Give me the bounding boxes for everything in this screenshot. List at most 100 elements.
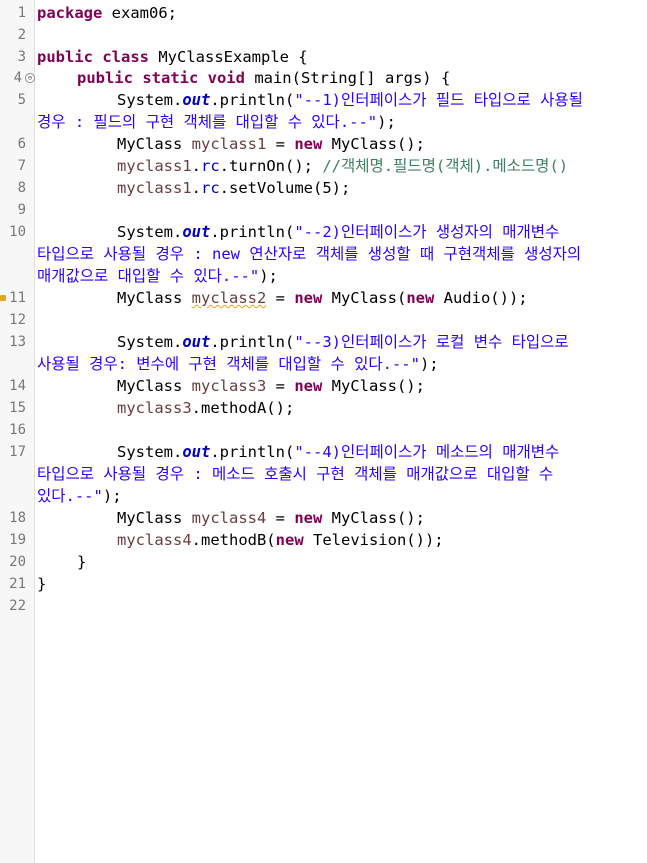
- code-text: MyClass: [117, 135, 192, 153]
- code-line: System.out.println("--2)인터페이스가 생성자의 매개변수: [117, 221, 559, 243]
- keyword: new: [294, 135, 323, 153]
- code-text: exam06;: [102, 4, 177, 22]
- code-line-wrap: 사용될 경우: 변수에 구현 객체를 대입할 수 있다.--");: [37, 353, 439, 375]
- line-number: 3: [17, 49, 26, 65]
- code-text: .methodA();: [191, 399, 295, 417]
- line-number: 12: [9, 312, 26, 328]
- code-line-wrap: 타입으로 사용될 경우 : new 연산자로 객체를 생성할 때 구현객체를 생…: [37, 243, 581, 265]
- code-text: main(String[] args) {: [244, 69, 451, 87]
- code-text: =: [266, 289, 295, 307]
- field: rc: [201, 157, 220, 175]
- code-line: }: [37, 573, 46, 595]
- line-number: 19: [9, 532, 26, 548]
- code-text: }: [77, 553, 87, 571]
- code-line: MyClass myclass3 = new MyClass();: [117, 375, 425, 397]
- code-text: System.: [117, 333, 183, 351]
- line-number: 7: [17, 158, 26, 174]
- code-text: .turnOn();: [219, 157, 323, 175]
- code-line-wrap: 경우 : 필드의 구현 객체를 대입할 수 있다.--");: [37, 111, 396, 133]
- local-variable: myclass4: [191, 509, 267, 527]
- keyword: class: [93, 48, 149, 66]
- local-variable: myclass3: [191, 377, 267, 395]
- code-line: System.out.println("--3)인터페이스가 로컬 변수 타입으…: [117, 331, 569, 353]
- string-literal: 매개값으로 대입할 수 있다.--": [37, 267, 260, 285]
- string-literal: 경우 : 필드의 구현 객체를 대입할 수 있다.--": [37, 113, 378, 131]
- code-text: .println(: [210, 443, 295, 461]
- keyword: new: [294, 289, 323, 307]
- line-number: 1: [17, 5, 26, 21]
- string-literal: "--2)인터페이스가 생성자의 매개변수: [294, 223, 560, 241]
- line-number: 14: [9, 378, 26, 394]
- code-text: MyClass();: [322, 135, 425, 153]
- string-literal: "--4)인터페이스가 메소드의 매개변수: [294, 443, 560, 461]
- line-number: 2: [17, 27, 26, 43]
- field: rc: [201, 179, 220, 197]
- line-number: 11: [9, 290, 26, 306]
- comment: //객체명.필드명(객체).메소드명(): [322, 157, 569, 175]
- code-line-wrap: 매개값으로 대입할 수 있다.--");: [37, 265, 278, 287]
- local-variable-warning[interactable]: myclass2: [192, 289, 267, 307]
- string-literal: 사용될 경우: 변수에 구현 객체를 대입할 수 있다.--": [37, 355, 420, 373]
- code-line: myclass1.rc.setVolume(5);: [117, 177, 350, 199]
- code-text: =: [266, 135, 295, 153]
- local-variable: myclass1: [117, 157, 192, 175]
- code-line: myclass3.methodA();: [117, 397, 294, 419]
- code-text: MyClass: [117, 509, 192, 527]
- code-text: .setVolume(5);: [219, 179, 351, 197]
- line-number: 4: [13, 70, 22, 86]
- code-text: MyClass();: [322, 509, 425, 527]
- collapse-icon[interactable]: ⊖: [25, 73, 35, 83]
- static-field: out: [182, 333, 211, 351]
- local-variable: myclass1: [191, 135, 267, 153]
- line-number: 10: [9, 224, 26, 240]
- string-literal: "--1)인터페이스가 필드 타입으로 사용될: [294, 91, 583, 109]
- string-literal: "--3)인터페이스가 로컬 변수 타입으로: [294, 333, 569, 351]
- code-text: System.: [117, 91, 183, 109]
- code-line: myclass1.rc.turnOn(); //객체명.필드명(객체).메소드명…: [117, 155, 568, 177]
- code-editor[interactable]: 1 2 3 4 ⊖ 5 6 7 8 9 10 11 12 13 14 15 16…: [0, 0, 647, 863]
- code-line: MyClass myclass4 = new MyClass();: [117, 507, 425, 529]
- code-line: package exam06;: [37, 2, 177, 24]
- code-text: );: [419, 355, 439, 373]
- local-variable: myclass4: [117, 531, 192, 549]
- code-text: MyClass: [117, 377, 192, 395]
- code-text: MyClass(: [322, 289, 407, 307]
- keyword: new: [406, 289, 435, 307]
- line-number: 9: [17, 202, 26, 218]
- code-line: MyClass myclass2 = new MyClass(new Audio…: [117, 287, 528, 309]
- code-text: System.: [117, 223, 183, 241]
- code-text: }: [37, 575, 47, 593]
- code-text: MyClass: [117, 289, 192, 307]
- static-field: out: [182, 91, 211, 109]
- keyword: public static void: [77, 69, 245, 87]
- line-number: 21: [9, 576, 26, 592]
- code-text: MyClassExample {: [149, 48, 308, 66]
- code-line: public class MyClassExample {: [37, 46, 308, 68]
- line-number: 16: [9, 422, 26, 438]
- code-text: .: [191, 157, 201, 175]
- code-line: }: [77, 551, 86, 573]
- code-text: );: [377, 113, 396, 131]
- code-text: =: [266, 377, 295, 395]
- line-number: 15: [9, 400, 26, 416]
- static-field: out: [182, 443, 211, 461]
- line-number-gutter: 1 2 3 4 ⊖ 5 6 7 8 9 10 11 12 13 14 15 16…: [0, 0, 35, 863]
- code-line-wrap: 있다.--");: [37, 485, 122, 507]
- line-number: 17: [9, 444, 26, 460]
- code-text: MyClass();: [322, 377, 425, 395]
- code-text: .println(: [210, 223, 295, 241]
- string-literal: 타입으로 사용될 경우 : new 연산자로 객체를 생성할 때 구현객체를 생…: [37, 245, 582, 263]
- code-line: MyClass myclass1 = new MyClass();: [117, 133, 425, 155]
- code-line-wrap: 타입으로 사용될 경우 : 메소드 호출시 구현 객체를 매개값으로 대입할 수: [37, 463, 553, 485]
- local-variable: myclass3: [117, 399, 192, 417]
- code-text: Television());: [303, 531, 444, 549]
- line-number: 5: [17, 92, 26, 108]
- line-number: 13: [9, 334, 26, 350]
- static-field: out: [182, 223, 211, 241]
- keyword: new: [294, 509, 323, 527]
- code-text: .methodB(: [191, 531, 276, 549]
- code-text: .println(: [210, 91, 295, 109]
- keyword: public: [37, 48, 93, 66]
- code-text: =: [266, 509, 295, 527]
- code-text: .println(: [210, 333, 295, 351]
